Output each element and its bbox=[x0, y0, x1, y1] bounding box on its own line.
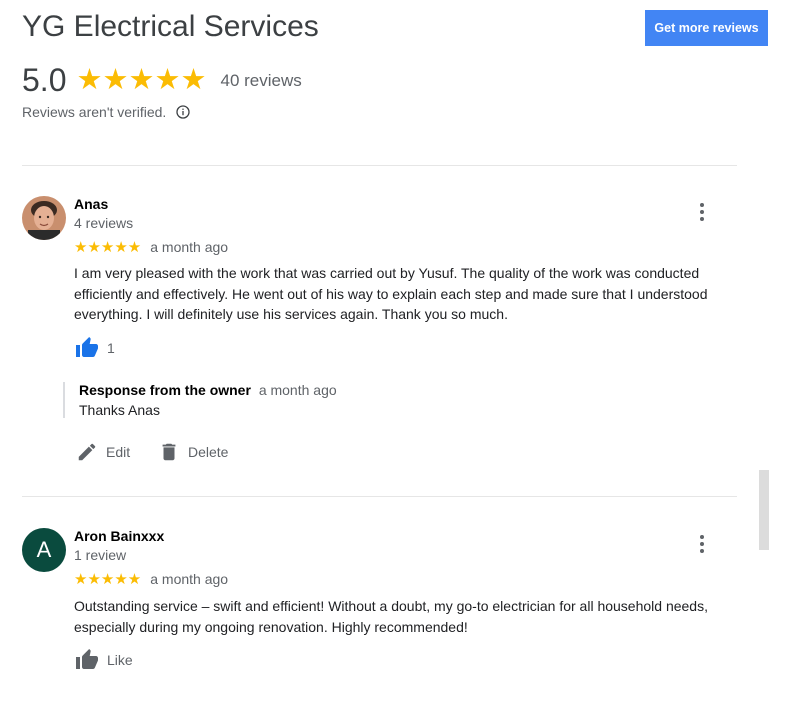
review-stars: ★★★★★ bbox=[74, 239, 142, 256]
review-text: I am very pleased with the work that was… bbox=[74, 265, 708, 322]
like-button[interactable]: 1 bbox=[74, 336, 115, 360]
rating-stars: ★★★★★ bbox=[76, 64, 207, 96]
divider bbox=[22, 496, 737, 497]
owner-response: Response from the owner a month ago Than… bbox=[63, 382, 337, 418]
delete-button[interactable]: Delete bbox=[158, 441, 228, 463]
reviewer-name[interactable]: Anas bbox=[74, 196, 108, 212]
avatar[interactable] bbox=[22, 196, 66, 240]
verification-notice: Reviews aren't verified. bbox=[22, 104, 190, 120]
thumbs-up-icon bbox=[76, 337, 98, 357]
owner-response-text: Thanks Anas bbox=[79, 402, 160, 418]
review-count[interactable]: 40 reviews bbox=[220, 71, 301, 91]
trash-icon bbox=[162, 443, 176, 461]
like-count: 1 bbox=[107, 340, 115, 356]
review-stars: ★★★★★ bbox=[74, 571, 142, 588]
more-options-icon[interactable] bbox=[698, 534, 706, 554]
get-more-reviews-button[interactable]: Get more reviews bbox=[645, 10, 768, 46]
not-verified-text: Reviews aren't verified. bbox=[22, 104, 167, 120]
review-rating-row: ★★★★★ a month ago bbox=[74, 238, 228, 256]
review-text: Outstanding service – swift and efficien… bbox=[74, 598, 708, 635]
avatar[interactable]: A bbox=[22, 528, 66, 572]
delete-label: Delete bbox=[188, 444, 229, 460]
reviewer-review-count: 1 review bbox=[74, 547, 127, 563]
reviewer-name[interactable]: Aron Bainxxx bbox=[74, 528, 164, 544]
owner-response-date: a month ago bbox=[258, 382, 337, 398]
average-rating: 5.0 bbox=[22, 62, 67, 98]
like-label: Like bbox=[107, 652, 133, 668]
rating-summary: 5.0 ★★★★★ 40 reviews bbox=[22, 62, 302, 99]
reviewer-review-count: 4 reviews bbox=[74, 215, 134, 231]
scrollbar-thumb[interactable] bbox=[759, 470, 769, 550]
divider bbox=[22, 165, 737, 166]
edit-button[interactable]: Edit bbox=[76, 441, 130, 463]
like-button[interactable]: Like bbox=[74, 648, 133, 672]
pencil-icon bbox=[78, 443, 96, 461]
review-date: a month ago bbox=[150, 239, 229, 255]
info-icon[interactable] bbox=[176, 105, 190, 119]
edit-label: Edit bbox=[106, 444, 131, 460]
review-date: a month ago bbox=[150, 571, 229, 587]
business-title: YG Electrical Services bbox=[22, 10, 319, 43]
thumbs-up-icon bbox=[76, 649, 98, 669]
avatar-photo-icon bbox=[22, 196, 66, 240]
review-rating-row: ★★★★★ a month ago bbox=[74, 570, 228, 588]
owner-response-label: Response from the owner bbox=[79, 382, 251, 398]
more-options-icon[interactable] bbox=[698, 202, 706, 222]
